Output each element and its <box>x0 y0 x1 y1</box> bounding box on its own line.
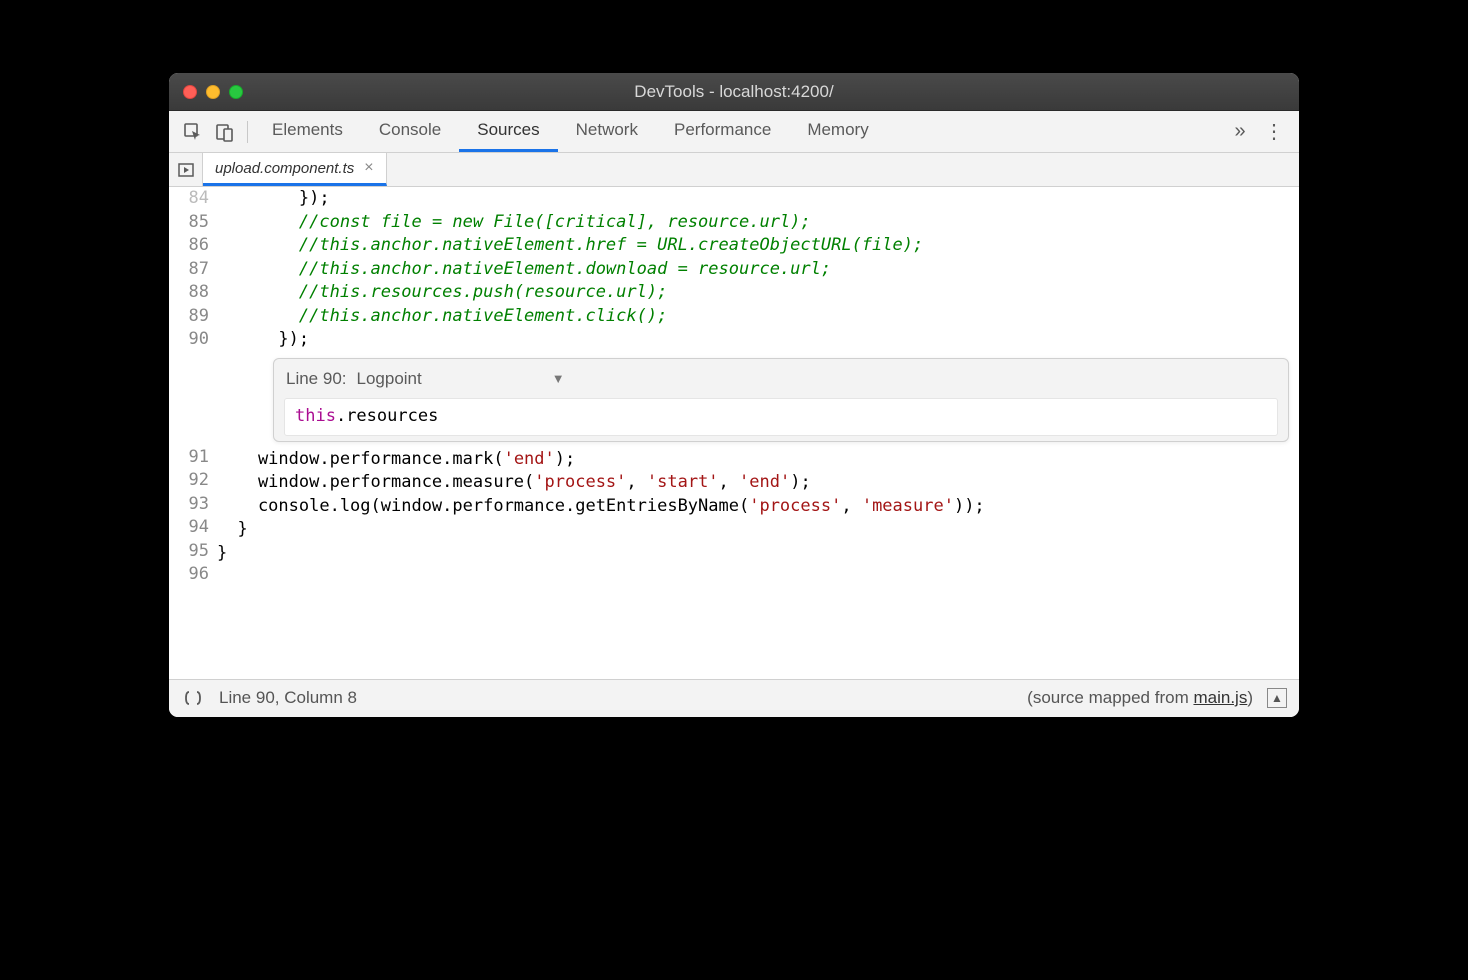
line-gutter: 84858687888990 919293949596 <box>169 187 217 589</box>
editor-blank-space <box>169 589 1299 679</box>
devtools-window: DevTools - localhost:4200/ ElementsConso… <box>168 72 1300 718</box>
logpoint-expression-input[interactable]: this.resources <box>284 398 1278 436</box>
gutter-spacer <box>175 352 209 376</box>
pretty-print-icon[interactable] <box>181 686 205 710</box>
code-line[interactable]: //this.resources.push(resource.url); <box>217 281 1299 305</box>
line-number[interactable]: 89 <box>175 305 209 329</box>
line-number[interactable]: 93 <box>175 493 209 517</box>
line-number[interactable]: 86 <box>175 234 209 258</box>
tab-network[interactable]: Network <box>558 111 656 152</box>
line-number[interactable]: 92 <box>175 469 209 493</box>
code-line[interactable]: //this.anchor.nativeElement.href = URL.c… <box>217 234 1299 258</box>
code-line[interactable]: console.log(window.performance.getEntrie… <box>217 495 1299 519</box>
gutter-spacer <box>175 375 209 399</box>
logpoint-line-label: Line 90: <box>286 367 347 391</box>
close-window-button[interactable] <box>183 85 197 99</box>
line-number[interactable]: 84 <box>175 187 209 211</box>
sources-subtoolbar: upload.component.ts × <box>169 153 1299 187</box>
line-number[interactable]: 88 <box>175 281 209 305</box>
main-toolbar: ElementsConsoleSourcesNetworkPerformance… <box>169 111 1299 153</box>
inspect-element-icon[interactable] <box>177 116 209 148</box>
drawer-toggle-icon[interactable]: ▲ <box>1267 688 1287 708</box>
line-number[interactable]: 87 <box>175 258 209 282</box>
file-tab[interactable]: upload.component.ts × <box>203 153 387 186</box>
code-editor[interactable]: 84858687888990 919293949596 }); //const … <box>169 187 1299 589</box>
code-line[interactable] <box>217 565 1299 589</box>
panel-tabs: ElementsConsoleSourcesNetworkPerformance… <box>254 111 1223 152</box>
logpoint-header: Line 90: Logpoint ▼ <box>274 359 1288 399</box>
window-controls <box>169 85 243 99</box>
line-number[interactable]: 96 <box>175 563 209 587</box>
line-number[interactable]: 90 <box>175 328 209 352</box>
line-number[interactable]: 95 <box>175 540 209 564</box>
tab-sources[interactable]: Sources <box>459 111 557 152</box>
line-number[interactable]: 94 <box>175 516 209 540</box>
chevron-down-icon[interactable]: ▼ <box>552 367 565 391</box>
code-line[interactable]: }); <box>217 328 1299 352</box>
line-number[interactable]: 91 <box>175 446 209 470</box>
toolbar-divider <box>247 121 248 143</box>
code-line[interactable]: //this.anchor.nativeElement.download = r… <box>217 258 1299 282</box>
code-line[interactable]: window.performance.mark('end'); <box>217 448 1299 472</box>
gutter-spacer <box>175 422 209 446</box>
kebab-menu-icon[interactable]: ⋮ <box>1257 115 1291 149</box>
code-line[interactable]: //const file = new File([critical], reso… <box>217 211 1299 235</box>
tab-memory[interactable]: Memory <box>789 111 886 152</box>
titlebar: DevTools - localhost:4200/ <box>169 73 1299 111</box>
source-mapped-label: (source mapped from main.js) <box>1027 688 1253 708</box>
code-line[interactable]: } <box>217 542 1299 566</box>
code-line[interactable]: window.performance.measure('process', 's… <box>217 471 1299 495</box>
tab-elements[interactable]: Elements <box>254 111 361 152</box>
tab-console[interactable]: Console <box>361 111 459 152</box>
code-content[interactable]: }); //const file = new File([critical], … <box>217 187 1299 589</box>
maximize-window-button[interactable] <box>229 85 243 99</box>
logpoint-panel: Line 90: Logpoint ▼ this.resources <box>273 358 1289 442</box>
tab-performance[interactable]: Performance <box>656 111 789 152</box>
code-line[interactable]: } <box>217 518 1299 542</box>
device-toolbar-icon[interactable] <box>209 116 241 148</box>
minimize-window-button[interactable] <box>206 85 220 99</box>
cursor-position: Line 90, Column 8 <box>219 688 357 708</box>
window-title: DevTools - localhost:4200/ <box>169 82 1299 102</box>
more-tabs-icon[interactable]: » <box>1223 115 1257 149</box>
code-line[interactable]: }); <box>217 187 1299 211</box>
statusbar: Line 90, Column 8 (source mapped from ma… <box>169 679 1299 717</box>
close-tab-icon[interactable]: × <box>364 159 373 177</box>
navigator-toggle-icon[interactable] <box>169 153 203 186</box>
line-number[interactable]: 85 <box>175 211 209 235</box>
file-tab-label: upload.component.ts <box>215 160 354 177</box>
source-map-link[interactable]: main.js <box>1193 688 1247 707</box>
code-line[interactable]: //this.anchor.nativeElement.click(); <box>217 305 1299 329</box>
logpoint-type-dropdown[interactable]: Logpoint <box>357 367 422 391</box>
gutter-spacer <box>175 399 209 423</box>
